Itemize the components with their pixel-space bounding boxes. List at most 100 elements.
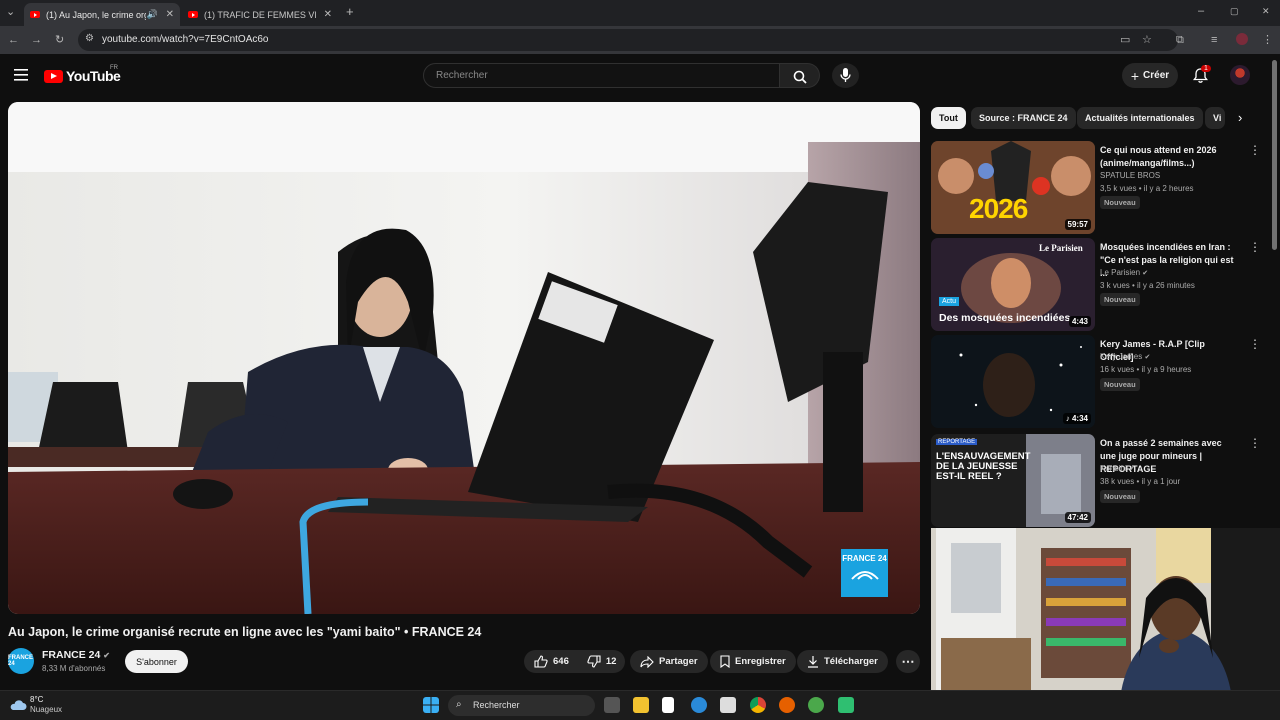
save-button[interactable]: Enregistrer xyxy=(710,650,796,673)
tab-search-icon[interactable]: ⌄ xyxy=(6,5,15,19)
create-button[interactable]: + Créer xyxy=(1122,63,1178,88)
browser-tab-bar: ⌄ (1) Au Japon, le crime organi 🔊 ✕ (1) … xyxy=(0,0,1280,26)
youtube-favicon-icon xyxy=(188,11,198,18)
maximize-icon[interactable]: ▢ xyxy=(1230,4,1239,18)
chips-next-arrow-icon[interactable]: › xyxy=(1238,110,1242,125)
close-tab-icon[interactable]: ✕ xyxy=(324,9,332,20)
task-view-icon[interactable] xyxy=(604,697,620,713)
channel-name[interactable]: FRANCE 24 ✔ xyxy=(42,649,110,661)
chrome-icon[interactable] xyxy=(750,697,766,713)
app-icon[interactable] xyxy=(808,697,824,713)
share-icon xyxy=(640,655,654,668)
subscribe-button[interactable]: S'abonner xyxy=(125,650,188,673)
hamburger-menu-icon[interactable] xyxy=(14,69,28,81)
weather-temperature[interactable]: 8°C xyxy=(30,695,43,704)
recommendation-meta: 16 k vues • il y a 9 heures xyxy=(1100,365,1192,374)
site-info-icon[interactable]: ⚙ xyxy=(85,33,94,44)
channel-name-text: FRANCE 24 xyxy=(42,649,101,661)
recommendation-item[interactable]: REPORTAGE L'ENSAUVAGEMENT DE LA JEUNESSE… xyxy=(931,434,1271,527)
back-icon[interactable]: ← xyxy=(8,33,19,47)
profile-icon[interactable] xyxy=(1236,33,1248,45)
video-thumbnail[interactable]: ♪ 4:34 xyxy=(931,335,1095,428)
app-icon[interactable] xyxy=(838,697,854,713)
weather-cloud-icon[interactable] xyxy=(9,699,27,711)
recommendation-meta: 3,5 k vues • il y a 2 heures xyxy=(1100,184,1194,193)
recommendation-menu-icon[interactable]: ⋮ xyxy=(1249,240,1261,254)
chip-international-news[interactable]: Actualités internationales xyxy=(1077,107,1203,129)
dislike-button[interactable]: 12 xyxy=(587,655,616,668)
omnibox[interactable]: ⚙ youtube.com/watch?v=7E9CntOAc6o xyxy=(78,29,1178,51)
video-thumbnail[interactable]: Le Parisien Actu Des mosquées incendiées… xyxy=(931,238,1095,331)
recommendation-menu-icon[interactable]: ⋮ xyxy=(1249,143,1261,157)
voice-search-button[interactable] xyxy=(832,63,859,88)
cast-icon[interactable]: ▭ xyxy=(1120,33,1130,47)
like-button[interactable]: 646 xyxy=(534,655,569,668)
file-explorer-icon[interactable] xyxy=(633,697,649,713)
video-thumbnail[interactable]: 2026 59:57 xyxy=(931,141,1095,234)
recommendation-channel[interactable]: Konbini ✔ xyxy=(1100,464,1135,473)
video-player[interactable]: FRANCE 24 xyxy=(8,102,920,614)
taskbar-search[interactable]: ⌕ Rechercher xyxy=(448,695,595,716)
recommendation-menu-icon[interactable]: ⋮ xyxy=(1249,337,1261,351)
recommendation-channel[interactable]: SPATULE BROS xyxy=(1100,171,1160,180)
minimize-icon[interactable]: – xyxy=(1198,4,1204,18)
video-duration: ♪ 4:34 xyxy=(1062,413,1091,424)
verified-icon: ✔ xyxy=(1142,270,1149,277)
download-label: Télécharger xyxy=(824,656,878,667)
channel-text: Le Parisien xyxy=(1100,268,1141,277)
recommendation-channel[interactable]: Kery James ✔ xyxy=(1100,352,1150,361)
media-control-icon[interactable]: ≡ xyxy=(1211,33,1217,47)
channel-avatar[interactable]: FRANCE 24 xyxy=(8,648,34,674)
video-thumbnail[interactable]: REPORTAGE L'ENSAUVAGEMENT DE LA JEUNESSE… xyxy=(931,434,1095,527)
subscriber-count: 8,33 M d'abonnés xyxy=(42,664,106,673)
recommendation-item[interactable]: 2026 59:57 Ce qui nous attend en 2026 (a… xyxy=(931,141,1271,234)
video-duration: 47:42 xyxy=(1064,512,1091,523)
tab-inactive[interactable]: (1) TRAFIC DE FEMMES VIETNA ✕ xyxy=(182,3,338,26)
chip-all[interactable]: Tout xyxy=(931,107,966,129)
url-text[interactable]: youtube.com/watch?v=7E9CntOAc6o xyxy=(102,34,268,45)
more-actions-icon[interactable]: ⋯ xyxy=(896,650,920,673)
download-button[interactable]: Télécharger xyxy=(797,650,888,673)
store-icon[interactable] xyxy=(720,697,736,713)
recommendation-item[interactable]: ♪ 4:34 Kery James - R.A.P [Clip Officiel… xyxy=(931,335,1271,428)
extensions-icon[interactable]: ⧉ xyxy=(1176,33,1184,47)
new-badge: Nouveau xyxy=(1100,196,1140,209)
new-badge: Nouveau xyxy=(1100,293,1140,306)
like-count: 646 xyxy=(553,656,569,667)
recommendation-meta: 3 k vues • il y a 26 minutes xyxy=(1100,281,1195,290)
tab-active[interactable]: (1) Au Japon, le crime organi 🔊 ✕ xyxy=(24,3,180,26)
share-button[interactable]: Partager xyxy=(630,650,708,673)
browser-menu-icon[interactable]: ⋮ xyxy=(1262,33,1273,47)
search-button[interactable] xyxy=(780,63,820,88)
close-window-icon[interactable]: ✕ xyxy=(1262,4,1270,18)
recommendation-channel[interactable]: Le Parisien ✔ xyxy=(1100,268,1148,277)
forward-icon[interactable]: → xyxy=(31,33,42,47)
microphone-icon xyxy=(840,68,851,82)
speaker-icon[interactable]: 🔊 xyxy=(147,9,158,20)
bookmark-star-icon[interactable]: ☆ xyxy=(1142,33,1152,47)
like-dislike-group: 646 12 xyxy=(524,650,625,673)
recommendation-title[interactable]: Ce qui nous attend en 2026 (anime/manga/… xyxy=(1100,144,1240,170)
music-note-icon: ♪ xyxy=(1065,414,1070,423)
new-tab-icon[interactable]: + xyxy=(346,5,354,19)
close-tab-icon[interactable]: ✕ xyxy=(166,9,174,20)
recommendation-menu-icon[interactable]: ⋮ xyxy=(1249,436,1261,450)
reload-icon[interactable]: ↻ xyxy=(55,33,64,47)
page-scrollbar[interactable] xyxy=(1272,60,1277,250)
windows-start-icon[interactable] xyxy=(423,697,439,713)
youtube-logo[interactable]: YouTube xyxy=(44,68,121,84)
chip-source[interactable]: Source : FRANCE 24 xyxy=(971,107,1076,129)
notepad-icon[interactable] xyxy=(662,697,674,713)
edge-icon[interactable] xyxy=(691,697,707,713)
download-icon xyxy=(808,656,818,668)
windows-taskbar: 8°C Nuageux ⌕ Rechercher xyxy=(0,690,1280,720)
chip-more[interactable]: Vi xyxy=(1205,107,1225,129)
firefox-icon[interactable] xyxy=(779,697,795,713)
channel-text: Kery James xyxy=(1100,352,1143,361)
verified-icon: ✔ xyxy=(1144,354,1151,361)
user-avatar[interactable] xyxy=(1230,65,1250,85)
recommendation-item[interactable]: Le Parisien Actu Des mosquées incendiées… xyxy=(931,238,1271,331)
thumbnail-text: Des mosquées incendiées xyxy=(939,312,1071,324)
search-input[interactable]: Rechercher xyxy=(423,63,780,88)
weather-condition[interactable]: Nuageux xyxy=(30,705,62,714)
